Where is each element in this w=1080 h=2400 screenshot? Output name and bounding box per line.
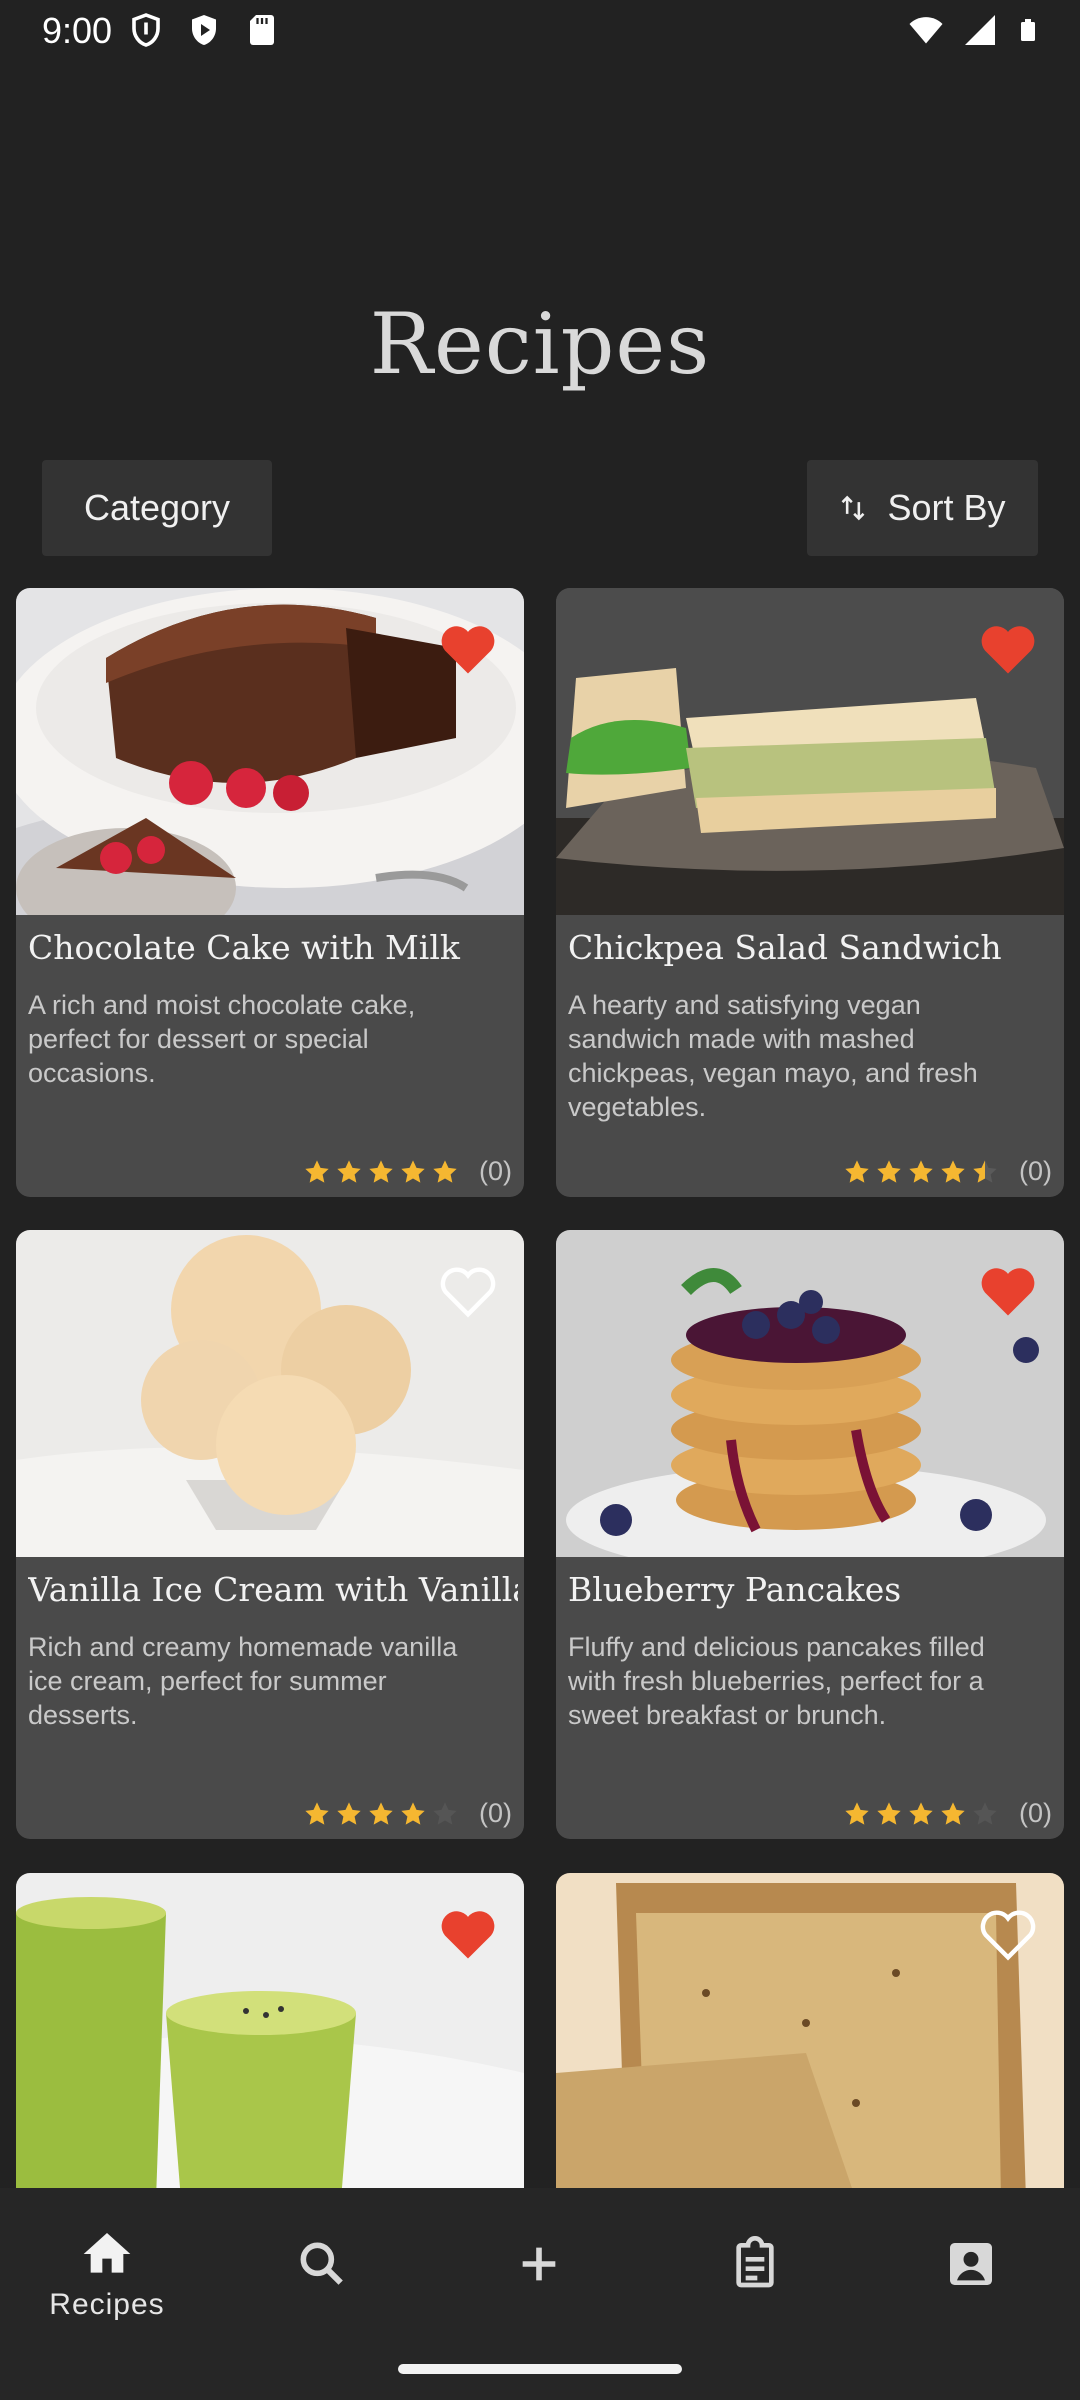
star-full-icon bbox=[877, 1159, 901, 1183]
recipe-image-ice-cream bbox=[16, 1230, 524, 1557]
sort-by-button[interactable]: Sort By bbox=[807, 460, 1038, 556]
category-button-label: Category bbox=[83, 487, 231, 528]
shield-icon bbox=[132, 13, 160, 47]
star-full-icon bbox=[909, 1159, 933, 1183]
recipe-title: Vanilla Ice Cream with Vanilla bbox=[28, 1570, 518, 1609]
recipe-title: Chickpea Salad Sandwich bbox=[568, 928, 1002, 967]
battery-icon bbox=[1021, 19, 1035, 41]
recipe-card[interactable]: Blueberry Pancakes Fluffy and delicious … bbox=[556, 1230, 1064, 1839]
nav-recipes-label: Recipes bbox=[49, 2288, 165, 2321]
rating-count: (0) bbox=[479, 1798, 512, 1828]
wifi-icon bbox=[909, 17, 943, 44]
star-full-icon bbox=[369, 1159, 393, 1183]
recipe-image-sandwich bbox=[556, 588, 1064, 915]
sort-icon bbox=[842, 495, 865, 521]
favorite-heart-icon[interactable] bbox=[438, 622, 498, 676]
star-rating bbox=[843, 1158, 999, 1186]
favorite-heart-icon[interactable] bbox=[438, 1907, 498, 1961]
recipe-card[interactable] bbox=[16, 1873, 524, 2188]
sd-card-icon bbox=[250, 15, 274, 45]
recipe-description: Fluffy and delicious pancakes filled wit… bbox=[568, 1632, 985, 1730]
status-right-icons bbox=[908, 12, 1040, 48]
star-full-icon bbox=[305, 1159, 329, 1183]
account-icon bbox=[950, 2243, 992, 2285]
star-full-icon bbox=[877, 1801, 901, 1825]
star-full-icon bbox=[369, 1801, 393, 1825]
nav-account[interactable] bbox=[891, 2236, 1051, 2292]
rating: (0) bbox=[843, 1798, 1052, 1829]
favorite-heart-outline-icon[interactable] bbox=[978, 1907, 1038, 1961]
star-full-icon bbox=[433, 1159, 457, 1183]
rating-count: (0) bbox=[479, 1156, 512, 1186]
status-left-icons bbox=[128, 12, 280, 48]
search-icon bbox=[300, 2242, 343, 2285]
nav-lists[interactable] bbox=[675, 2236, 835, 2292]
star-full-icon bbox=[845, 1159, 869, 1183]
recipe-card[interactable]: Vanilla Ice Cream with Vanilla Rich and … bbox=[16, 1230, 524, 1839]
rating: (0) bbox=[303, 1798, 512, 1829]
star-rating bbox=[303, 1158, 459, 1186]
rating-count: (0) bbox=[1019, 1798, 1052, 1828]
star-full-icon bbox=[845, 1801, 869, 1825]
nav-search[interactable] bbox=[242, 2236, 402, 2292]
home-icon bbox=[83, 2233, 131, 2273]
recipe-description: Rich and creamy homemade vanilla ice cre… bbox=[28, 1632, 458, 1730]
star-full-icon bbox=[401, 1801, 425, 1825]
sort-button-label: Sort By bbox=[887, 487, 1006, 528]
page-title: Recipes bbox=[369, 295, 711, 393]
star-full-icon bbox=[941, 1159, 965, 1183]
rating: (0) bbox=[303, 1156, 512, 1187]
star-empty-icon bbox=[433, 1801, 457, 1825]
star-full-icon bbox=[305, 1801, 329, 1825]
recipe-image-green-smoothie bbox=[16, 1873, 524, 2188]
recipe-description: A rich and moist chocolate cake, perfect… bbox=[28, 990, 416, 1088]
signal-icon bbox=[965, 15, 995, 45]
star-half-icon bbox=[973, 1159, 997, 1183]
star-full-icon bbox=[337, 1801, 361, 1825]
add-icon bbox=[522, 2247, 556, 2281]
recipe-card[interactable]: Chocolate Cake with Milk A rich and mois… bbox=[16, 588, 524, 1197]
star-empty-icon bbox=[973, 1801, 997, 1825]
home-indicator bbox=[398, 2364, 682, 2374]
play-shield-icon bbox=[192, 15, 216, 45]
favorite-heart-icon[interactable] bbox=[978, 622, 1038, 676]
nav-add[interactable] bbox=[459, 2236, 619, 2292]
status-bar: 9:00 bbox=[0, 0, 1080, 64]
star-rating bbox=[843, 1800, 999, 1828]
rating-count: (0) bbox=[1019, 1156, 1052, 1186]
status-time: 9:00 bbox=[42, 10, 113, 51]
recipe-description: A hearty and satisfying vegan sandwich m… bbox=[568, 990, 978, 1122]
category-button[interactable]: Category bbox=[42, 460, 272, 556]
recipe-title: Chocolate Cake with Milk bbox=[28, 928, 460, 967]
star-full-icon bbox=[909, 1801, 933, 1825]
clipboard-icon bbox=[736, 2236, 774, 2288]
star-full-icon bbox=[337, 1159, 361, 1183]
star-full-icon bbox=[941, 1801, 965, 1825]
recipe-image-chocolate-cake bbox=[16, 588, 524, 915]
rating: (0) bbox=[843, 1156, 1052, 1187]
favorite-heart-icon[interactable] bbox=[978, 1264, 1038, 1318]
star-full-icon bbox=[401, 1159, 425, 1183]
favorite-heart-outline-icon[interactable] bbox=[438, 1264, 498, 1318]
recipe-card[interactable]: Chickpea Salad Sandwich A hearty and sat… bbox=[556, 588, 1064, 1197]
recipe-grid: Chocolate Cake with Milk A rich and mois… bbox=[16, 588, 1064, 2188]
star-rating bbox=[303, 1800, 459, 1828]
recipe-image-pancakes bbox=[556, 1230, 1064, 1557]
recipe-card[interactable] bbox=[556, 1873, 1064, 2188]
recipe-image-banana-bread bbox=[556, 1873, 1064, 2188]
nav-recipes[interactable]: Recipes bbox=[27, 2226, 187, 2322]
recipe-title: Blueberry Pancakes bbox=[568, 1570, 902, 1609]
